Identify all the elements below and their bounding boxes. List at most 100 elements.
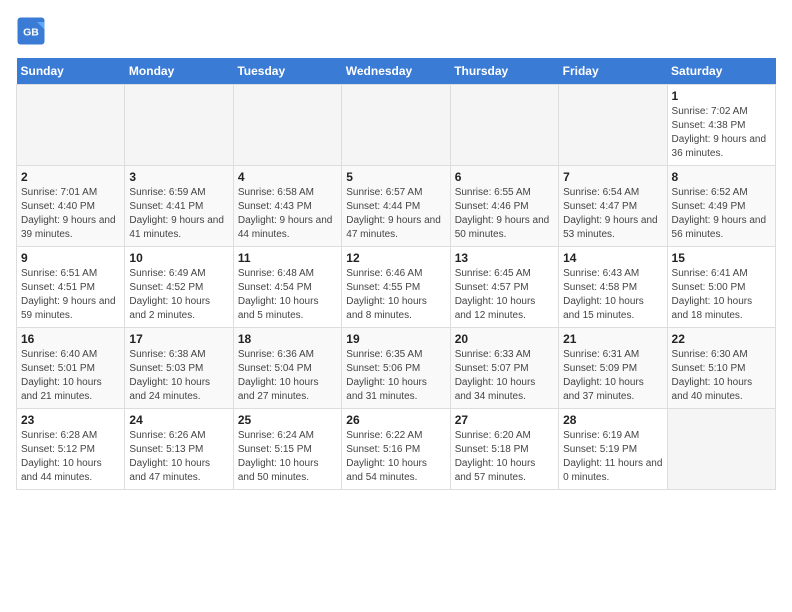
calendar-cell xyxy=(233,85,341,166)
calendar-cell xyxy=(342,85,450,166)
day-info: Sunrise: 6:46 AM Sunset: 4:55 PM Dayligh… xyxy=(346,267,445,323)
weekday-label: Sunday xyxy=(17,58,125,85)
day-info: Sunrise: 6:45 AM Sunset: 4:57 PM Dayligh… xyxy=(455,267,554,323)
day-info: Sunrise: 6:24 AM Sunset: 5:15 PM Dayligh… xyxy=(238,429,337,485)
day-number: 8 xyxy=(672,170,771,184)
calendar-cell: 11 Sunrise: 6:48 AM Sunset: 4:54 PM Dayli… xyxy=(233,247,341,328)
weekday-label: Wednesday xyxy=(342,58,450,85)
day-number: 12 xyxy=(346,251,445,265)
day-info: Sunrise: 6:59 AM Sunset: 4:41 PM Dayligh… xyxy=(129,186,228,242)
calendar-cell: 26 Sunrise: 6:22 AM Sunset: 5:16 PM Dayli… xyxy=(342,409,450,490)
day-number: 19 xyxy=(346,332,445,346)
day-number: 14 xyxy=(563,251,662,265)
svg-text:GB: GB xyxy=(23,27,39,39)
weekday-label: Tuesday xyxy=(233,58,341,85)
day-number: 15 xyxy=(672,251,771,265)
day-number: 24 xyxy=(129,413,228,427)
day-number: 26 xyxy=(346,413,445,427)
calendar-cell: 20 Sunrise: 6:33 AM Sunset: 5:07 PM Dayli… xyxy=(450,328,558,409)
calendar-cell: 17 Sunrise: 6:38 AM Sunset: 5:03 PM Dayli… xyxy=(125,328,233,409)
weekday-label: Monday xyxy=(125,58,233,85)
day-number: 22 xyxy=(672,332,771,346)
calendar-cell: 21 Sunrise: 6:31 AM Sunset: 5:09 PM Dayli… xyxy=(559,328,667,409)
calendar-week-row: 9Sunrise: 6:51 AM Sunset: 4:51 PM Daylig… xyxy=(17,247,776,328)
day-info: Sunrise: 7:01 AM Sunset: 4:40 PM Dayligh… xyxy=(21,186,120,242)
day-info: Sunrise: 6:35 AM Sunset: 5:06 PM Dayligh… xyxy=(346,348,445,404)
calendar-cell xyxy=(559,85,667,166)
calendar-cell: 19 Sunrise: 6:35 AM Sunset: 5:06 PM Dayli… xyxy=(342,328,450,409)
day-info: Sunrise: 6:31 AM Sunset: 5:09 PM Dayligh… xyxy=(563,348,662,404)
day-info: Sunrise: 6:58 AM Sunset: 4:43 PM Dayligh… xyxy=(238,186,337,242)
day-number: 25 xyxy=(238,413,337,427)
day-number: 23 xyxy=(21,413,120,427)
day-info: Sunrise: 6:22 AM Sunset: 5:16 PM Dayligh… xyxy=(346,429,445,485)
day-number: 5 xyxy=(346,170,445,184)
calendar-week-row: 2Sunrise: 7:01 AM Sunset: 4:40 PM Daylig… xyxy=(17,166,776,247)
calendar-cell xyxy=(17,85,125,166)
calendar-cell: 2Sunrise: 7:01 AM Sunset: 4:40 PM Daylig… xyxy=(17,166,125,247)
day-info: Sunrise: 6:49 AM Sunset: 4:52 PM Dayligh… xyxy=(129,267,228,323)
calendar-cell xyxy=(667,409,775,490)
day-number: 18 xyxy=(238,332,337,346)
day-info: Sunrise: 6:55 AM Sunset: 4:46 PM Dayligh… xyxy=(455,186,554,242)
day-number: 16 xyxy=(21,332,120,346)
calendar-cell: 1Sunrise: 7:02 AM Sunset: 4:38 PM Daylig… xyxy=(667,85,775,166)
calendar-cell: 28 Sunrise: 6:19 AM Sunset: 5:19 PM Dayli… xyxy=(559,409,667,490)
calendar-cell: 3Sunrise: 6:59 AM Sunset: 4:41 PM Daylig… xyxy=(125,166,233,247)
day-info: Sunrise: 6:57 AM Sunset: 4:44 PM Dayligh… xyxy=(346,186,445,242)
calendar-cell: 5 Sunrise: 6:57 AM Sunset: 4:44 PM Daylig… xyxy=(342,166,450,247)
day-info: Sunrise: 6:43 AM Sunset: 4:58 PM Dayligh… xyxy=(563,267,662,323)
day-info: Sunrise: 6:20 AM Sunset: 5:18 PM Dayligh… xyxy=(455,429,554,485)
day-number: 11 xyxy=(238,251,337,265)
calendar-cell: 8 Sunrise: 6:52 AM Sunset: 4:49 PM Daylig… xyxy=(667,166,775,247)
weekday-header-row: SundayMondayTuesdayWednesdayThursdayFrid… xyxy=(17,58,776,85)
day-info: Sunrise: 6:54 AM Sunset: 4:47 PM Dayligh… xyxy=(563,186,662,242)
day-info: Sunrise: 6:26 AM Sunset: 5:13 PM Dayligh… xyxy=(129,429,228,485)
weekday-label: Thursday xyxy=(450,58,558,85)
calendar-cell xyxy=(125,85,233,166)
day-info: Sunrise: 6:48 AM Sunset: 4:54 PM Dayligh… xyxy=(238,267,337,323)
day-info: Sunrise: 6:28 AM Sunset: 5:12 PM Dayligh… xyxy=(21,429,120,485)
day-number: 17 xyxy=(129,332,228,346)
day-number: 28 xyxy=(563,413,662,427)
day-info: Sunrise: 6:19 AM Sunset: 5:19 PM Dayligh… xyxy=(563,429,662,485)
logo: GB xyxy=(16,16,50,46)
day-info: Sunrise: 6:52 AM Sunset: 4:49 PM Dayligh… xyxy=(672,186,771,242)
calendar-cell: 16 Sunrise: 6:40 AM Sunset: 5:01 PM Dayli… xyxy=(17,328,125,409)
logo-icon: GB xyxy=(16,16,46,46)
calendar-cell: 18 Sunrise: 6:36 AM Sunset: 5:04 PM Dayli… xyxy=(233,328,341,409)
calendar-cell: 15 Sunrise: 6:41 AM Sunset: 5:00 PM Dayli… xyxy=(667,247,775,328)
calendar-cell: 27 Sunrise: 6:20 AM Sunset: 5:18 PM Dayli… xyxy=(450,409,558,490)
calendar-cell: 10 Sunrise: 6:49 AM Sunset: 4:52 PM Dayli… xyxy=(125,247,233,328)
day-info: Sunrise: 6:38 AM Sunset: 5:03 PM Dayligh… xyxy=(129,348,228,404)
day-number: 6 xyxy=(455,170,554,184)
day-number: 20 xyxy=(455,332,554,346)
calendar-cell: 7 Sunrise: 6:54 AM Sunset: 4:47 PM Daylig… xyxy=(559,166,667,247)
calendar-cell xyxy=(450,85,558,166)
day-info: Sunrise: 6:36 AM Sunset: 5:04 PM Dayligh… xyxy=(238,348,337,404)
page-header: GB xyxy=(16,16,776,46)
day-number: 7 xyxy=(563,170,662,184)
day-number: 27 xyxy=(455,413,554,427)
calendar-table: SundayMondayTuesdayWednesdayThursdayFrid… xyxy=(16,58,776,490)
weekday-label: Friday xyxy=(559,58,667,85)
day-info: Sunrise: 6:30 AM Sunset: 5:10 PM Dayligh… xyxy=(672,348,771,404)
day-number: 10 xyxy=(129,251,228,265)
day-info: Sunrise: 7:02 AM Sunset: 4:38 PM Dayligh… xyxy=(672,105,771,161)
day-info: Sunrise: 6:41 AM Sunset: 5:00 PM Dayligh… xyxy=(672,267,771,323)
day-number: 13 xyxy=(455,251,554,265)
calendar-week-row: 23 Sunrise: 6:28 AM Sunset: 5:12 PM Dayli… xyxy=(17,409,776,490)
calendar-week-row: 16 Sunrise: 6:40 AM Sunset: 5:01 PM Dayli… xyxy=(17,328,776,409)
weekday-label: Saturday xyxy=(667,58,775,85)
day-info: Sunrise: 6:40 AM Sunset: 5:01 PM Dayligh… xyxy=(21,348,120,404)
calendar-cell: 12 Sunrise: 6:46 AM Sunset: 4:55 PM Dayli… xyxy=(342,247,450,328)
day-info: Sunrise: 6:33 AM Sunset: 5:07 PM Dayligh… xyxy=(455,348,554,404)
day-number: 21 xyxy=(563,332,662,346)
calendar-cell: 4Sunrise: 6:58 AM Sunset: 4:43 PM Daylig… xyxy=(233,166,341,247)
calendar-cell: 25 Sunrise: 6:24 AM Sunset: 5:15 PM Dayli… xyxy=(233,409,341,490)
calendar-cell: 6 Sunrise: 6:55 AM Sunset: 4:46 PM Daylig… xyxy=(450,166,558,247)
calendar-cell: 22 Sunrise: 6:30 AM Sunset: 5:10 PM Dayli… xyxy=(667,328,775,409)
calendar-body: 1Sunrise: 7:02 AM Sunset: 4:38 PM Daylig… xyxy=(17,85,776,490)
calendar-cell: 14 Sunrise: 6:43 AM Sunset: 4:58 PM Dayli… xyxy=(559,247,667,328)
calendar-cell: 24 Sunrise: 6:26 AM Sunset: 5:13 PM Dayli… xyxy=(125,409,233,490)
